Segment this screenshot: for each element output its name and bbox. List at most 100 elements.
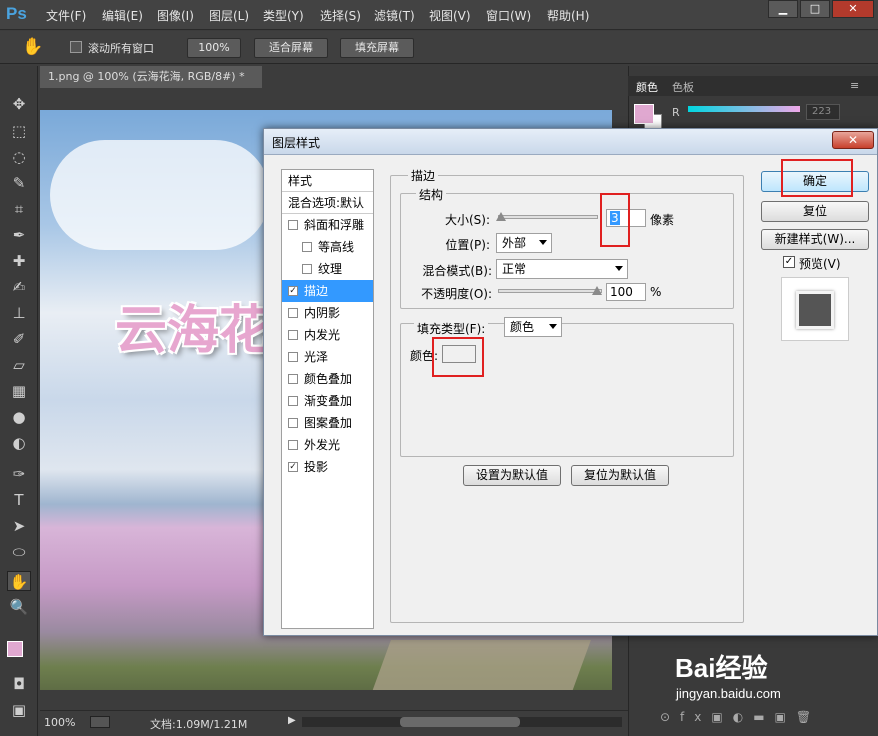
panel-foreground-swatch[interactable]	[634, 104, 654, 124]
menu-filter[interactable]: 滤镜(T)	[374, 7, 415, 24]
gradient-tool-icon[interactable]: ▦	[7, 381, 31, 401]
styles-header[interactable]: 样式	[282, 170, 373, 192]
position-label: 位置(P):	[445, 238, 490, 252]
watermark-brand: Bai经验	[675, 653, 768, 683]
style-checkbox[interactable]	[288, 220, 298, 230]
move-tool-icon[interactable]: ✥	[7, 94, 31, 114]
crop-tool-icon[interactable]: ⌗	[7, 199, 31, 219]
style-checkbox[interactable]	[288, 396, 298, 406]
style-item[interactable]: 斜面和浮雕	[282, 214, 373, 236]
opacity-input[interactable]: 100	[606, 283, 646, 301]
scrollbar-thumb[interactable]	[400, 717, 520, 727]
hand-tool-button-icon[interactable]: ✋	[7, 571, 31, 591]
history-brush-tool-icon[interactable]: ✐	[7, 329, 31, 349]
lasso-tool-icon[interactable]: ◌	[7, 147, 31, 167]
reset-button[interactable]: 复位	[761, 201, 869, 222]
menu-edit[interactable]: 编辑(E)	[102, 7, 143, 24]
stamp-tool-icon[interactable]: ⊥	[7, 303, 31, 323]
style-item[interactable]: 颜色叠加	[282, 368, 373, 390]
tab-swatches[interactable]: 色板	[672, 79, 694, 95]
preview-checkbox[interactable]: ✓	[783, 256, 795, 268]
opacity-slider-thumb[interactable]	[592, 286, 602, 295]
healing-tool-icon[interactable]: ✚	[7, 251, 31, 271]
style-item[interactable]: 外发光	[282, 434, 373, 456]
blend-options-item[interactable]: 混合选项:默认	[282, 192, 373, 214]
new-style-button[interactable]: 新建样式(W)...	[761, 229, 869, 250]
menu-file[interactable]: 文件(F)	[46, 7, 86, 24]
dialog-close-button[interactable]: ✕	[832, 131, 874, 149]
zoom-level[interactable]: 100%	[44, 716, 75, 729]
style-item[interactable]: ✓ 描边	[282, 280, 373, 302]
restore-button[interactable]: □	[800, 0, 830, 18]
fill-type-select[interactable]: 颜色	[504, 317, 562, 337]
style-checkbox[interactable]	[288, 418, 298, 428]
close-window-button[interactable]: ✕	[832, 0, 874, 18]
menu-image[interactable]: 图像(I)	[157, 7, 194, 24]
fit-screen-button[interactable]: 适合屏幕	[254, 38, 328, 58]
tab-color[interactable]: 颜色	[636, 79, 658, 95]
menu-select[interactable]: 选择(S)	[320, 7, 361, 24]
type-tool-icon[interactable]: T	[7, 490, 31, 510]
style-checkbox[interactable]	[288, 308, 298, 318]
layer-panel-footer-icons[interactable]: ⊙fx▣◐▬▣🗑	[660, 710, 870, 730]
blur-tool-icon[interactable]: ●	[7, 407, 31, 427]
style-checkbox[interactable]	[288, 374, 298, 384]
fill-screen-button[interactable]: 填充屏幕	[340, 38, 414, 58]
minimize-button[interactable]: ▁	[768, 0, 798, 18]
brush-tool-icon[interactable]: ✍	[7, 277, 31, 297]
zoom-tool-icon[interactable]: 🔍	[7, 597, 31, 617]
dodge-tool-icon[interactable]: ◐	[7, 433, 31, 453]
style-checkbox[interactable]: ✓	[288, 462, 298, 472]
style-item[interactable]: 内发光	[282, 324, 373, 346]
hand-tool-icon[interactable]: ✋	[22, 37, 43, 57]
quick-mask-icon[interactable]: ◘	[7, 674, 31, 694]
red-channel-slider[interactable]	[688, 106, 800, 112]
menu-view[interactable]: 视图(V)	[429, 7, 471, 24]
eyedropper-tool-icon[interactable]: ✒	[7, 225, 31, 245]
style-checkbox[interactable]	[288, 330, 298, 340]
quick-select-tool-icon[interactable]: ✎	[7, 173, 31, 193]
style-item[interactable]: 渐变叠加	[282, 390, 373, 412]
foreground-color-swatch[interactable]	[7, 641, 23, 657]
panel-menu-icon[interactable]: ≡	[850, 79, 859, 92]
set-default-button[interactable]: 设置为默认值	[463, 465, 561, 486]
pen-tool-icon[interactable]: ✑	[7, 464, 31, 484]
channel-label: R	[672, 106, 680, 119]
style-checkbox[interactable]	[302, 242, 312, 252]
style-checkbox[interactable]	[302, 264, 312, 274]
screen-mode-icon[interactable]: ▣	[7, 700, 31, 720]
style-item[interactable]: 内阴影	[282, 302, 373, 324]
menu-window[interactable]: 窗口(W)	[486, 7, 531, 24]
style-item[interactable]: 图案叠加	[282, 412, 373, 434]
status-arrow-icon[interactable]: ▶	[288, 715, 296, 726]
zoom-100-button[interactable]: 100%	[187, 38, 241, 58]
annotation-box-ok	[781, 159, 853, 197]
style-checkbox[interactable]	[288, 352, 298, 362]
status-icon	[90, 716, 110, 728]
position-select[interactable]: 外部	[496, 233, 552, 253]
menu-layer[interactable]: 图层(L)	[209, 7, 249, 24]
style-item[interactable]: ✓ 投影	[282, 456, 373, 478]
style-checkbox[interactable]: ✓	[288, 286, 298, 296]
style-item-label: 描边	[304, 284, 329, 298]
blend-mode-select[interactable]: 正常	[496, 259, 628, 279]
scroll-all-checkbox[interactable]	[70, 41, 82, 53]
style-item[interactable]: 光泽	[282, 346, 373, 368]
marquee-tool-icon[interactable]: ⬚	[7, 121, 31, 141]
shape-tool-icon[interactable]: ⬭	[7, 542, 31, 562]
menu-type[interactable]: 类型(Y)	[263, 7, 304, 24]
size-label: 大小(S):	[444, 213, 490, 227]
red-channel-value[interactable]: 223	[806, 104, 840, 120]
document-tab[interactable]: 1.png @ 100% (云海花海, RGB/8#) *	[40, 66, 262, 88]
style-item[interactable]: 纹理	[282, 258, 373, 280]
size-slider[interactable]	[498, 215, 598, 219]
opacity-slider[interactable]	[498, 289, 602, 293]
menu-help[interactable]: 帮助(H)	[547, 7, 589, 24]
style-item[interactable]: 等高线	[282, 236, 373, 258]
size-slider-thumb[interactable]	[496, 212, 506, 221]
path-select-tool-icon[interactable]: ➤	[7, 516, 31, 536]
styles-list: 样式 混合选项:默认 斜面和浮雕 等高线 纹理 ✓ 描边内阴影 内发光 光泽 颜色叠加 渐变叠加…	[281, 169, 374, 629]
eraser-tool-icon[interactable]: ▱	[7, 355, 31, 375]
style-checkbox[interactable]	[288, 440, 298, 450]
reset-default-button[interactable]: 复位为默认值	[571, 465, 669, 486]
